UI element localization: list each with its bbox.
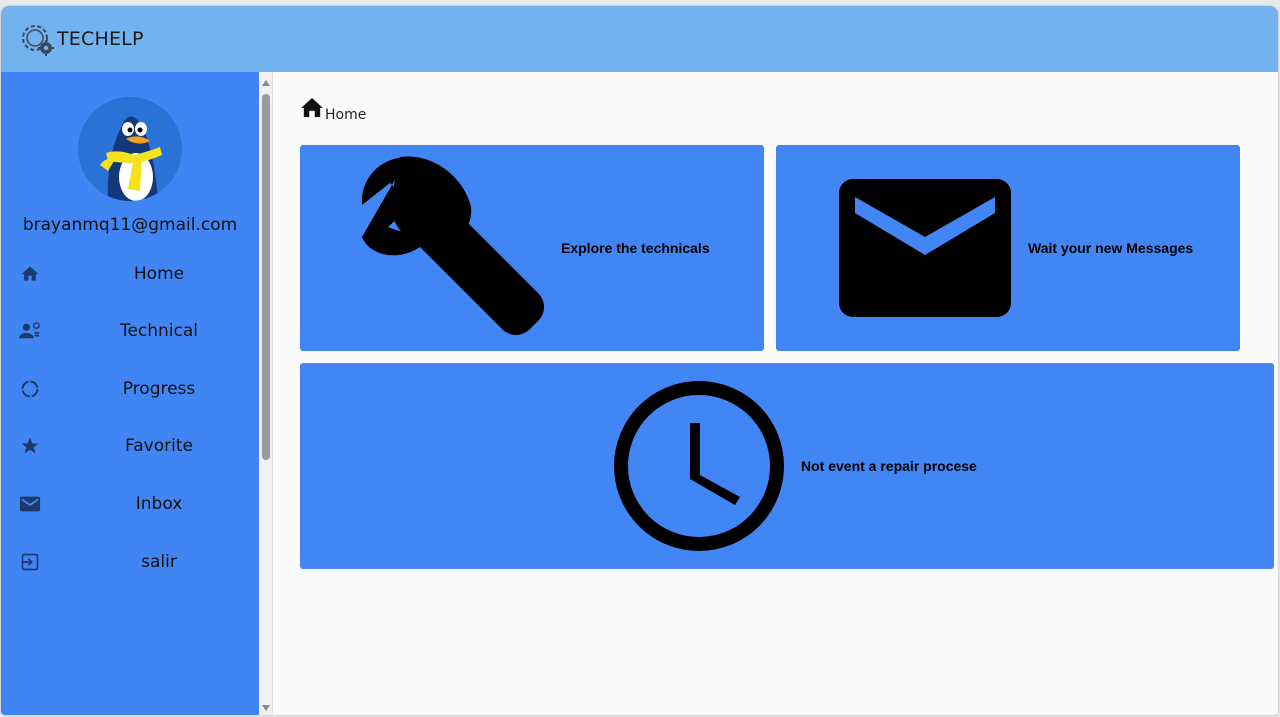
clock-icon xyxy=(612,379,786,558)
sidebar: brayanmq11@gmail.com Home Technical Prog… xyxy=(1,72,259,715)
breadcrumb[interactable]: Home xyxy=(301,98,366,123)
breadcrumb-label: Home xyxy=(325,107,367,123)
sidebar-item-salir[interactable]: salir xyxy=(1,542,259,582)
card-text: Not event a repair procese xyxy=(801,458,977,474)
sidebar-item-label: Inbox xyxy=(135,494,183,514)
app-title: TECHELP xyxy=(57,28,144,50)
app-header: TECHELP xyxy=(1,6,1278,72)
sidebar-item-label: Progress xyxy=(122,379,196,399)
sidebar-item-favorite[interactable]: Favorite xyxy=(1,426,259,466)
sidebar-item-label: salir xyxy=(141,552,177,572)
progress-icon xyxy=(19,378,41,400)
envelope-icon xyxy=(839,179,1013,324)
sidebar-item-home[interactable]: Home xyxy=(1,254,259,294)
mail-icon xyxy=(19,493,41,515)
sidebar-item-label: Technical xyxy=(119,321,199,341)
sidebar-item-progress[interactable]: Progress xyxy=(1,369,259,409)
gear-logo-icon xyxy=(19,21,57,57)
sidebar-item-technical[interactable]: Technical xyxy=(1,311,259,351)
scrollbar-thumb[interactable] xyxy=(262,94,270,460)
avatar[interactable] xyxy=(78,97,182,201)
card-text: Explore the technicals xyxy=(561,240,710,256)
home-icon xyxy=(19,263,41,285)
sidebar-item-label: Home xyxy=(133,264,185,284)
sidebar-item-label: Favorite xyxy=(125,436,193,456)
home-icon xyxy=(301,98,323,123)
sidebar-scrollbar[interactable] xyxy=(259,72,273,715)
card-explore-technicals[interactable]: Explore the technicals xyxy=(300,145,764,351)
wrench-icon xyxy=(360,153,556,350)
technical-users-icon xyxy=(19,320,41,342)
scroll-down-arrow-icon[interactable] xyxy=(262,705,270,711)
card-text: Wait your new Messages xyxy=(1028,240,1194,256)
scroll-up-arrow-icon[interactable] xyxy=(262,80,270,86)
card-repair-process[interactable]: Not event a repair procese xyxy=(300,363,1274,569)
logout-icon xyxy=(19,551,41,573)
sidebar-item-inbox[interactable]: Inbox xyxy=(1,484,259,524)
star-icon xyxy=(19,435,41,457)
app-window: TECHELP brayanmq11@gmail.com Home Techni… xyxy=(1,6,1278,715)
user-email: brayanmq11@gmail.com xyxy=(22,215,238,235)
card-new-messages[interactable]: Wait your new Messages xyxy=(776,145,1240,351)
